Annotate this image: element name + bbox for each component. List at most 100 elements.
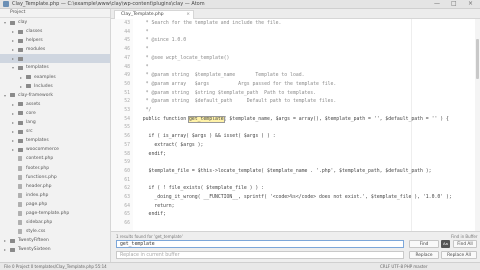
replace-input[interactable]: Replace in current buffer [116, 251, 404, 259]
tree-folder[interactable]: ▸ assets [0, 100, 110, 109]
tree-folder[interactable]: ▸ Includes [0, 82, 110, 91]
line-number: 51 [124, 90, 130, 96]
replace-all-button[interactable]: Replace All [441, 251, 477, 259]
chevron-right-icon[interactable]: ▸ [12, 109, 14, 118]
tree-folder[interactable]: ▸ src [0, 127, 110, 136]
tree-folder[interactable]: ▸ TwentySixteen [0, 245, 110, 254]
code-line[interactable]: 64 return; [111, 203, 475, 212]
chevron-down-icon[interactable]: ▾ [12, 63, 14, 72]
tree-item-label: functions.php [26, 174, 57, 180]
chevron-right-icon[interactable]: ▸ [4, 245, 6, 254]
tree-item-label: TwentySixteen [18, 247, 51, 253]
tab-close-icon[interactable]: × [186, 11, 190, 19]
code-text: return; [137, 203, 175, 209]
tree-folder[interactable]: ▸ core [0, 109, 110, 118]
chevron-right-icon[interactable]: ▸ [12, 145, 14, 154]
tree-file[interactable]: content.php [0, 154, 110, 163]
tree-file[interactable]: page-template.php [0, 209, 110, 218]
code-line[interactable]: 58 endif; [111, 151, 475, 160]
minimize-button[interactable]: — [434, 1, 440, 7]
tree-folder[interactable]: ▸ lang [0, 118, 110, 127]
tree-folder[interactable]: ▸ woocommerce [0, 145, 110, 154]
code-line[interactable]: 52 * @param string $default_path Default… [111, 98, 475, 107]
tab-clay-template[interactable]: Clay_Template.php × [114, 10, 194, 19]
file-icon [18, 210, 22, 216]
find-input[interactable]: get_template [116, 240, 404, 248]
tree-folder[interactable]: ▸ [0, 54, 110, 64]
tree-folder[interactable]: ▸ helpers [0, 36, 110, 45]
tree-folder[interactable]: ▾ clay-framework [0, 91, 110, 100]
code-line[interactable]: 44 * [111, 29, 475, 38]
tree-file[interactable]: index.php [0, 191, 110, 200]
chevron-right-icon[interactable]: ▸ [4, 236, 6, 245]
chevron-right-icon[interactable]: ▸ [12, 27, 14, 36]
code-line[interactable]: 49 * @param string $template_name Templa… [111, 72, 475, 81]
chevron-right-icon[interactable]: ▸ [12, 45, 14, 54]
tree-folder[interactable]: ▸ templates [0, 136, 110, 145]
find-all-button[interactable]: Find All [453, 240, 477, 248]
code-line[interactable]: 62 if ( ! file_exists( $template_file ) … [111, 185, 475, 194]
code-line[interactable]: 46 * [111, 46, 475, 55]
editor-scrollbar[interactable] [475, 19, 480, 231]
tree-folder[interactable]: ▸ modules [0, 45, 110, 54]
tree-file[interactable]: page.php [0, 200, 110, 209]
code-line[interactable]: 55 [111, 124, 475, 133]
tree-file[interactable]: style.css [0, 227, 110, 236]
chevron-right-icon[interactable]: ▸ [12, 100, 14, 109]
code-line[interactable]: 47 * @see wcpt_locate_template() [111, 55, 475, 64]
tree-file[interactable]: header.php [0, 182, 110, 191]
chevron-right-icon[interactable]: ▸ [12, 54, 14, 63]
tree-folder[interactable]: ▸ classes [0, 27, 110, 36]
replace-button[interactable]: Replace [409, 251, 439, 259]
folder-icon [18, 56, 23, 61]
code-line[interactable]: 61 [111, 177, 475, 186]
chevron-down-icon[interactable]: ▾ [4, 18, 6, 27]
line-number: 64 [124, 203, 130, 209]
code-line[interactable]: 63 _doing_it_wrong( __FUNCTION__, sprint… [111, 194, 475, 203]
scrollbar-thumb[interactable] [476, 39, 479, 79]
tree-item-label: src [26, 129, 33, 135]
tree-folder[interactable]: ▾ templates [0, 63, 110, 72]
close-window-button[interactable]: × [468, 1, 473, 7]
chevron-right-icon[interactable]: ▸ [20, 73, 22, 82]
tree-folder[interactable]: ▸ TwentyFifteen [0, 236, 110, 245]
window-title: Clay_Template.php — C:\example\www\clay\… [12, 1, 205, 7]
code-line[interactable]: 48 * [111, 64, 475, 73]
code-line[interactable]: 57 extract( $args ); [111, 142, 475, 151]
chevron-right-icon[interactable]: ▸ [12, 36, 14, 45]
code-text: _doing_it_wrong( __FUNCTION__, sprintf( … [137, 195, 452, 200]
tree-file[interactable]: sidebar.php [0, 218, 110, 227]
code-text: extract( $args ); [137, 142, 204, 148]
code-line[interactable]: 56 if ( is_array( $args ) && isset( $arg… [111, 133, 475, 142]
tree-file[interactable]: footer.php [0, 164, 110, 173]
tree-item-label: clay-framework [18, 92, 53, 98]
code-text: * Search for the template and include th… [137, 21, 282, 26]
code-text: if ( is_array( $args ) && isset( $args )… [137, 134, 276, 140]
chevron-right-icon[interactable]: ▸ [12, 118, 14, 127]
chevron-down-icon[interactable]: ▾ [4, 91, 6, 100]
code-line[interactable]: 51 * @param string $string $template_pat… [111, 90, 475, 99]
code-line[interactable]: 45 * @since 1.0.0 [111, 37, 475, 46]
code-line[interactable]: 43 * Search for the template and include… [111, 20, 475, 29]
code-line[interactable]: 54 public function get_template( $templa… [111, 115, 475, 125]
chevron-right-icon[interactable]: ▸ [12, 127, 14, 136]
code-line[interactable]: 59 [111, 159, 475, 168]
chevron-right-icon[interactable]: ▸ [20, 82, 22, 91]
tree-folder[interactable]: ▾ clay [0, 18, 110, 27]
file-icon [18, 220, 22, 226]
tree-folder[interactable]: ▸ examples [0, 73, 110, 82]
code-line[interactable]: 60 $template_file = $this->locate_templa… [111, 168, 475, 177]
maximize-button[interactable]: □ [451, 1, 457, 7]
code-text: * [137, 47, 149, 53]
find-button[interactable]: Find [409, 240, 439, 248]
code-line[interactable]: 53 */ [111, 107, 475, 116]
folder-icon [18, 129, 23, 134]
tree-file[interactable]: functions.php [0, 173, 110, 182]
chevron-right-icon[interactable]: ▸ [12, 136, 14, 145]
code-line[interactable]: 65 endif; [111, 211, 475, 220]
match-case-toggle[interactable]: Aa [441, 240, 450, 248]
code-editor[interactable]: 43 * Search for the template and include… [111, 19, 475, 231]
code-line[interactable]: 66 [111, 220, 475, 229]
folder-icon [18, 47, 23, 52]
code-line[interactable]: 50 * @param array $args Args passed for … [111, 81, 475, 90]
